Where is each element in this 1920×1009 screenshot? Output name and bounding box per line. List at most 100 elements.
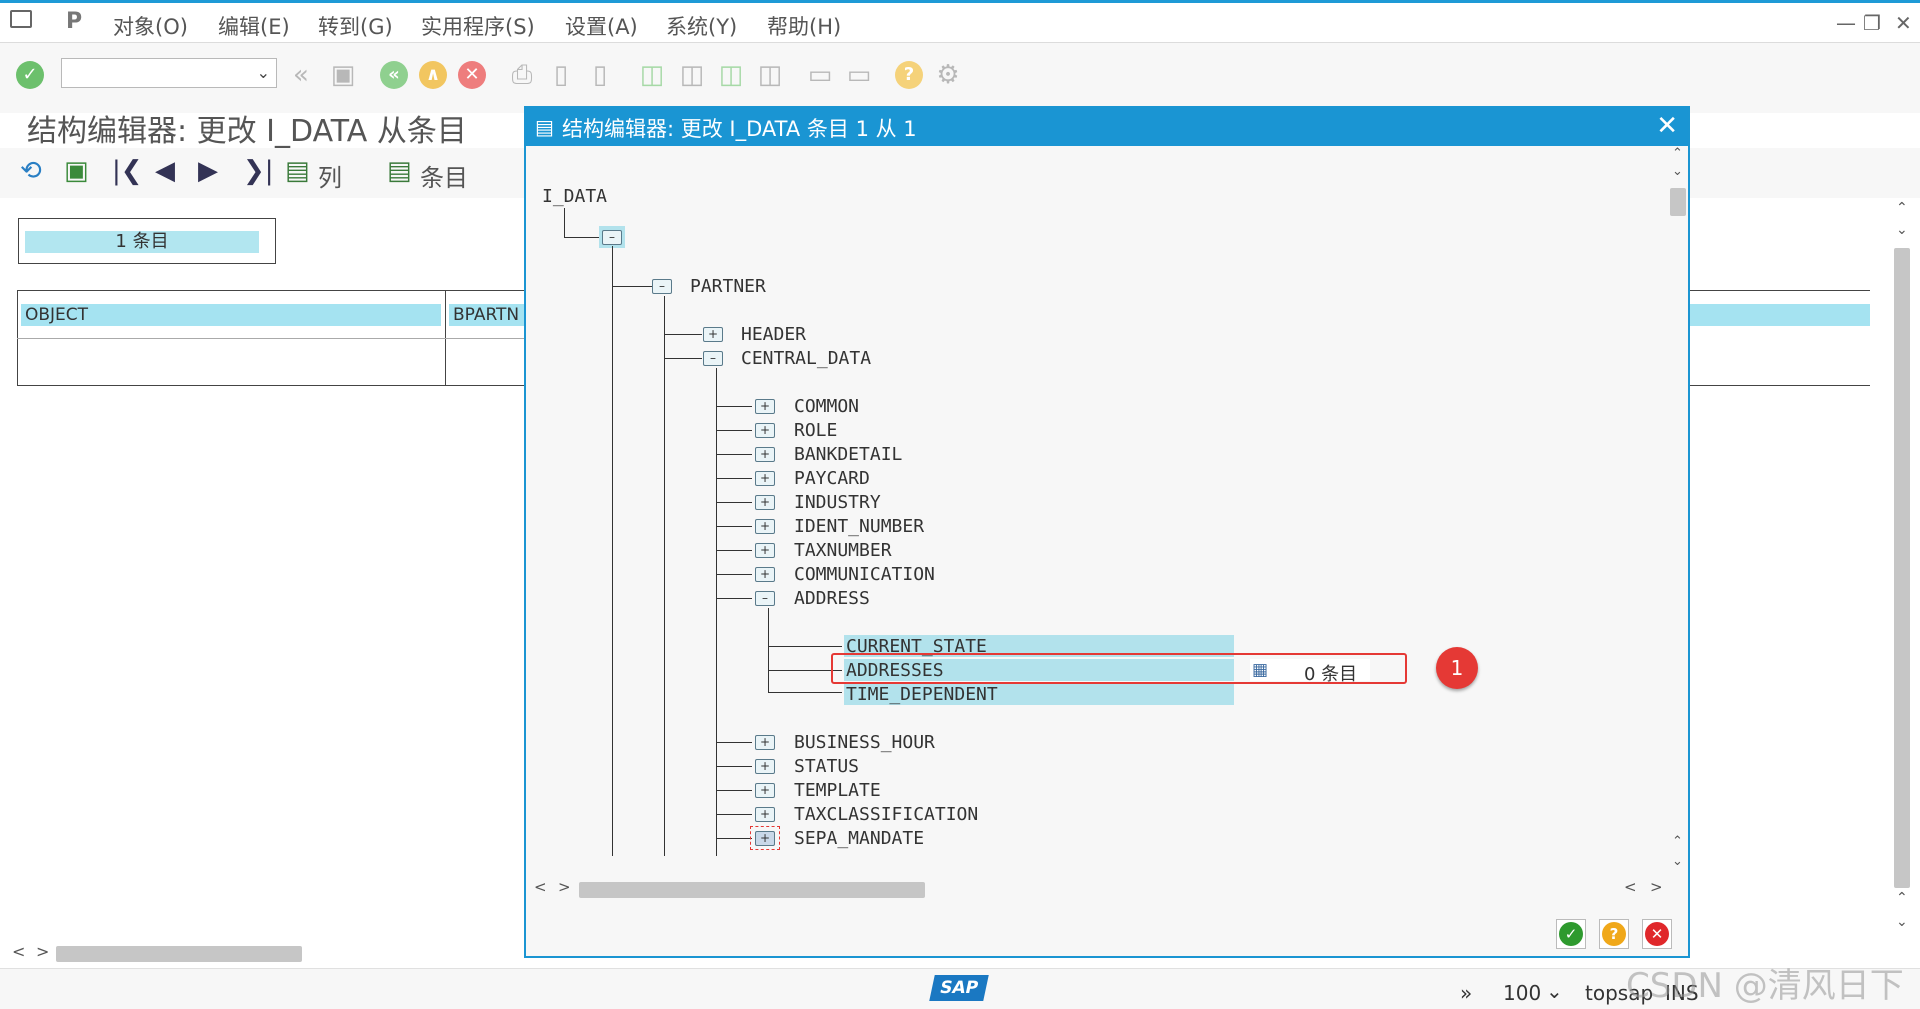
back-icon[interactable]: « <box>380 61 408 89</box>
close-icon[interactable]: ✕ <box>1656 111 1678 141</box>
first-entry-icon[interactable]: |❮ <box>112 156 143 186</box>
help-icon[interactable]: ? <box>895 61 923 89</box>
scroll-right-icon[interactable]: > <box>558 878 571 896</box>
scroll-thumb[interactable] <box>1670 188 1686 216</box>
previous-entry-icon[interactable]: ◀ <box>155 156 175 186</box>
scroll-left-icon[interactable]: < <box>534 878 547 896</box>
tree-node-time-dependent[interactable]: TIME_DEPENDENT <box>846 684 998 705</box>
scroll-right-icon[interactable]: > <box>36 942 49 961</box>
tree-node-i-data[interactable]: I_DATA <box>542 186 607 207</box>
tree-node-header[interactable]: HEADER <box>741 324 806 345</box>
last-entry-icon[interactable]: ❯| <box>243 156 274 186</box>
tree-node-taxnumber[interactable]: TAXNUMBER <box>794 540 892 561</box>
folder-open-icon[interactable]: – <box>755 591 775 606</box>
tree-node-status[interactable]: STATUS <box>794 756 859 777</box>
tree-node-industry[interactable]: INDUSTRY <box>794 492 881 513</box>
tree-node-partner[interactable]: PARTNER <box>690 276 766 297</box>
scroll-up-icon[interactable]: ⌃ <box>1896 890 1908 906</box>
column-header-bpartner[interactable]: BPARTN <box>449 304 529 326</box>
scroll-up-icon[interactable]: ⌃ <box>1672 146 1683 161</box>
menu-help[interactable]: 帮助(H) <box>767 11 841 41</box>
scroll-up-icon[interactable]: ⌃ <box>1896 200 1908 216</box>
menu-system[interactable]: 系统(Y) <box>666 11 737 41</box>
folder-closed-icon[interactable]: + <box>755 423 775 438</box>
tree-node-sepa-mandate[interactable]: SEPA_MANDATE <box>794 828 924 849</box>
find-next-icon[interactable]: ▯ <box>586 61 614 89</box>
scroll-left-icon[interactable]: < <box>12 942 25 961</box>
cancel-icon[interactable]: ✕ <box>458 61 486 89</box>
column-icon[interactable]: ▤ <box>285 156 310 186</box>
tree-node-role[interactable]: ROLE <box>794 420 837 441</box>
tree-node-template[interactable]: TEMPLATE <box>794 780 881 801</box>
dialog-horizontal-scrollbar[interactable]: < > < > <box>526 878 1688 902</box>
print-icon[interactable]: ⎙ <box>508 61 536 89</box>
scroll-left-icon[interactable]: < <box>1624 878 1637 896</box>
scroll-right-icon[interactable]: > <box>1650 878 1663 896</box>
next-page-icon[interactable]: ◫ <box>717 61 745 89</box>
close-window-icon[interactable]: ✕ <box>1895 11 1912 35</box>
menu-settings[interactable]: 设置(A) <box>565 11 638 41</box>
double-left-icon[interactable]: « <box>287 61 315 89</box>
find-icon[interactable]: ▯ <box>547 61 575 89</box>
folder-closed-icon[interactable]: + <box>755 735 775 750</box>
refresh-icon[interactable]: ⟲ <box>20 156 42 186</box>
help-button[interactable]: ? <box>1599 919 1629 949</box>
folder-closed-icon[interactable]: + <box>755 759 775 774</box>
exit-icon[interactable]: ∧ <box>419 61 447 89</box>
tree-node-address[interactable]: ADDRESS <box>794 588 870 609</box>
save-icon[interactable]: ▣ <box>329 61 357 89</box>
first-page-icon[interactable]: ◫ <box>638 61 666 89</box>
scroll-thumb[interactable] <box>56 946 302 962</box>
menu-goto[interactable]: 转到(G) <box>318 11 393 41</box>
shortcut-icon[interactable]: ▭ <box>845 61 873 89</box>
scroll-down-icon[interactable]: ⌄ <box>1672 164 1683 179</box>
folder-closed-icon[interactable]: + <box>755 543 775 558</box>
cancel-button[interactable]: ✕ <box>1642 919 1672 949</box>
entry-button-label[interactable]: 条目 <box>420 158 468 193</box>
menu-icon[interactable] <box>10 10 32 28</box>
folder-open-icon[interactable]: – <box>602 230 622 245</box>
expand-status-icon[interactable]: » <box>1460 981 1472 1005</box>
scroll-down-icon[interactable]: ⌄ <box>1896 914 1908 930</box>
hierarchy-icon[interactable]: ▣ <box>64 156 89 186</box>
tree-node-business-hour[interactable]: BUSINESS_HOUR <box>794 732 935 753</box>
zoom-dropdown-icon[interactable]: ⌄ <box>1546 979 1563 1003</box>
tree-node-communication[interactable]: COMMUNICATION <box>794 564 935 585</box>
scroll-down-icon[interactable]: ⌄ <box>1896 222 1908 238</box>
folder-closed-icon[interactable]: + <box>755 807 775 822</box>
folder-closed-icon[interactable]: + <box>755 831 775 846</box>
scroll-up-icon[interactable]: ⌃ <box>1672 834 1683 849</box>
scroll-down-icon[interactable]: ⌄ <box>1672 854 1683 869</box>
menu-object[interactable]: 对象(O) <box>113 11 188 41</box>
command-field[interactable]: ⌄ <box>61 58 277 88</box>
folder-closed-icon[interactable]: + <box>755 495 775 510</box>
next-entry-icon[interactable]: ▶ <box>198 156 218 186</box>
chevron-down-icon[interactable]: ⌄ <box>257 63 270 82</box>
scroll-thumb[interactable] <box>579 882 925 898</box>
menu-utilities[interactable]: 实用程序(S) <box>421 11 535 41</box>
vertical-scrollbar[interactable]: ⌃ ⌄ ⌃ ⌄ <box>1890 200 1918 940</box>
tree-node-bankdetail[interactable]: BANKDETAIL <box>794 444 902 465</box>
tree-node-common[interactable]: COMMON <box>794 396 859 417</box>
p-icon[interactable]: P <box>66 9 82 34</box>
entry-icon[interactable]: ▤ <box>387 156 412 186</box>
previous-page-icon[interactable]: ◫ <box>678 61 706 89</box>
folder-closed-icon[interactable]: + <box>755 471 775 486</box>
restore-icon[interactable]: ❐ <box>1863 11 1881 35</box>
tree-node-ident-number[interactable]: IDENT_NUMBER <box>794 516 924 537</box>
folder-closed-icon[interactable]: + <box>703 327 723 342</box>
menu-edit[interactable]: 编辑(E) <box>218 11 290 41</box>
folder-closed-icon[interactable]: + <box>755 567 775 582</box>
last-page-icon[interactable]: ◫ <box>756 61 784 89</box>
folder-open-icon[interactable]: – <box>703 351 723 366</box>
create-session-icon[interactable]: ▭ <box>806 61 834 89</box>
folder-closed-icon[interactable]: + <box>755 399 775 414</box>
minimize-icon[interactable]: — <box>1836 11 1856 35</box>
tree-node-paycard[interactable]: PAYCARD <box>794 468 870 489</box>
scroll-thumb[interactable] <box>1894 248 1910 888</box>
folder-closed-icon[interactable]: + <box>755 519 775 534</box>
folder-closed-icon[interactable]: + <box>755 783 775 798</box>
horizontal-scrollbar[interactable]: < > <box>0 942 530 964</box>
tree-node-taxclassification[interactable]: TAXCLASSIFICATION <box>794 804 978 825</box>
column-button-label[interactable]: 列 <box>318 158 342 193</box>
